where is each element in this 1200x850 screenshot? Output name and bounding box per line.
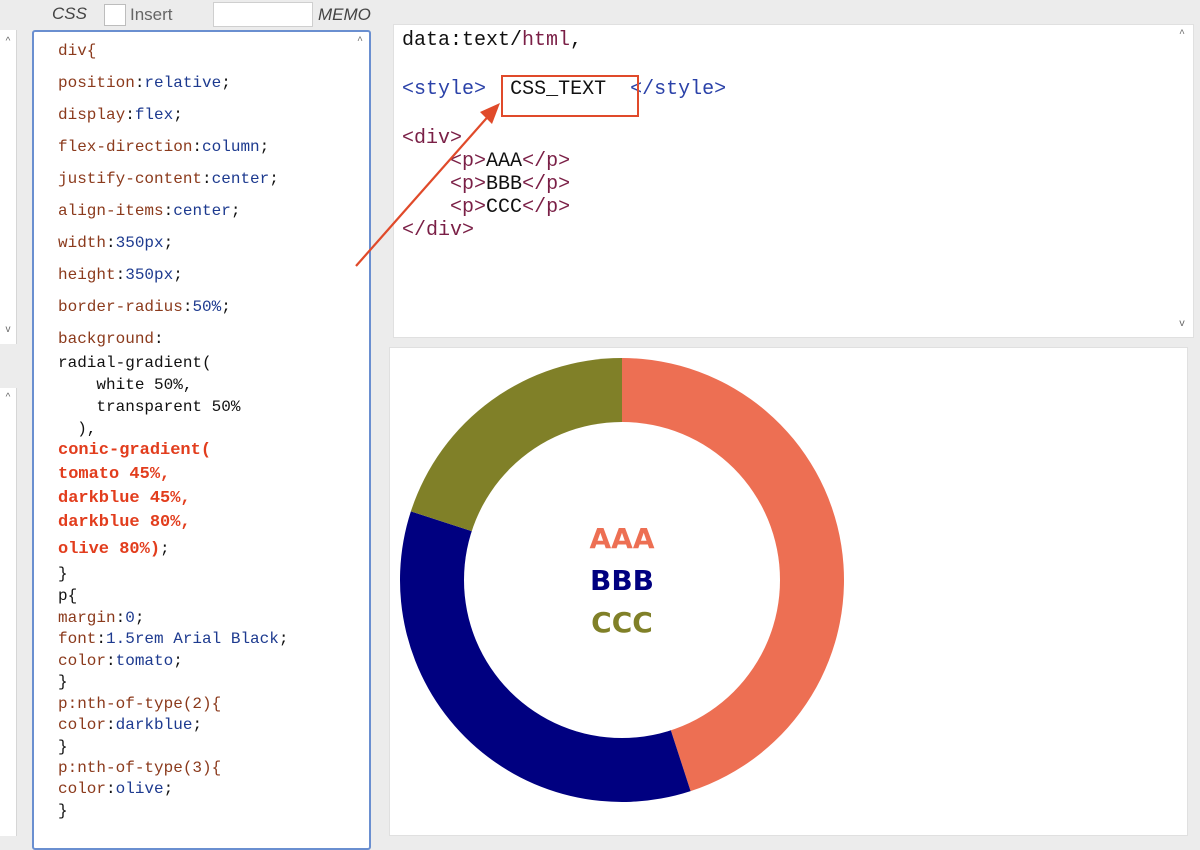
css-code-line: transparent 50% <box>58 398 241 416</box>
css-code-line: flex-direction:column; <box>58 138 270 156</box>
css-code-line: align-items:center; <box>58 202 241 220</box>
left-gutter-panel-top: ^ v <box>0 30 17 344</box>
css-code-line: ), <box>58 420 97 438</box>
html-line-p1: <p>AAA</p> <box>450 150 571 173</box>
css-code-line: p:nth-of-type(2){ <box>58 695 222 713</box>
css-code-line: radial-gradient( <box>58 354 212 372</box>
css-code-line: position:relative; <box>58 74 231 92</box>
css-code-line: font:1.5rem Arial Black; <box>58 630 289 648</box>
css-code-line: } <box>58 565 68 583</box>
insert-label: Insert <box>130 5 173 24</box>
css-code-line: olive 80%); <box>58 540 170 559</box>
preview-label-bbb: BBB <box>589 564 655 597</box>
preview-label-ccc: CCC <box>591 606 653 639</box>
html-line-p3: <p>CCC</p> <box>450 196 571 219</box>
css-code-line: margin:0; <box>58 609 145 627</box>
css-code-line: background: <box>58 330 164 348</box>
css-code-line: height:350px; <box>58 266 183 284</box>
html-line-p2: <p>BBB</p> <box>450 173 571 196</box>
insert-checkbox[interactable] <box>104 4 126 26</box>
css-code-line: p{ <box>58 587 78 605</box>
css-editor[interactable]: ^ div{ position:relative; display:flex; fle… <box>32 30 371 850</box>
css-code-line: conic-gradient( <box>58 441 212 460</box>
left-gutter-panel-bottom: ^ <box>0 388 17 836</box>
css-code-line: white 50%, <box>58 376 193 394</box>
chevron-up-icon[interactable]: ^ <box>1174 27 1190 43</box>
chevron-down-icon[interactable]: v <box>0 322 16 338</box>
css-code-line: darkblue 80%, <box>58 513 191 532</box>
css-code-line: div{ <box>58 42 97 60</box>
chevron-up-icon[interactable]: ^ <box>352 34 368 50</box>
chevron-up-icon[interactable]: ^ <box>0 390 16 406</box>
css-code-line: width:350px; <box>58 234 174 252</box>
css-label: CSS <box>52 4 87 23</box>
css-code-line: } <box>58 802 68 820</box>
memo-label: MEMO <box>318 5 371 24</box>
css-text-highlight-box <box>501 75 639 117</box>
memo-input[interactable] <box>213 2 313 27</box>
preview-panel: AAA BBB CCC <box>389 347 1188 836</box>
css-code-line: justify-content:center; <box>58 170 279 188</box>
preview-label-aaa: AAA <box>589 522 655 555</box>
css-code-line: color:tomato; <box>58 652 183 670</box>
html-line-data-uri: data:text/html, <box>402 29 583 52</box>
html-line-div-open: <div> <box>402 127 463 150</box>
css-code-line: p:nth-of-type(3){ <box>58 759 222 777</box>
html-line-div-close: </div> <box>402 219 475 242</box>
css-code-line: } <box>58 673 68 691</box>
html-source-panel[interactable]: data:text/html, <style> CSS_TEXT </style… <box>393 24 1194 338</box>
chevron-down-icon[interactable]: v <box>1174 317 1190 333</box>
css-code-line: display:flex; <box>58 106 183 124</box>
css-code-line: darkblue 45%, <box>58 489 191 508</box>
css-code-line: border-radius:50%; <box>58 298 231 316</box>
css-code-line: color:olive; <box>58 780 174 798</box>
chevron-up-icon[interactable]: ^ <box>0 34 16 50</box>
css-code-line: color:darkblue; <box>58 716 203 734</box>
css-code-line: } <box>58 738 68 756</box>
css-code-line: tomato 45%, <box>58 465 171 484</box>
